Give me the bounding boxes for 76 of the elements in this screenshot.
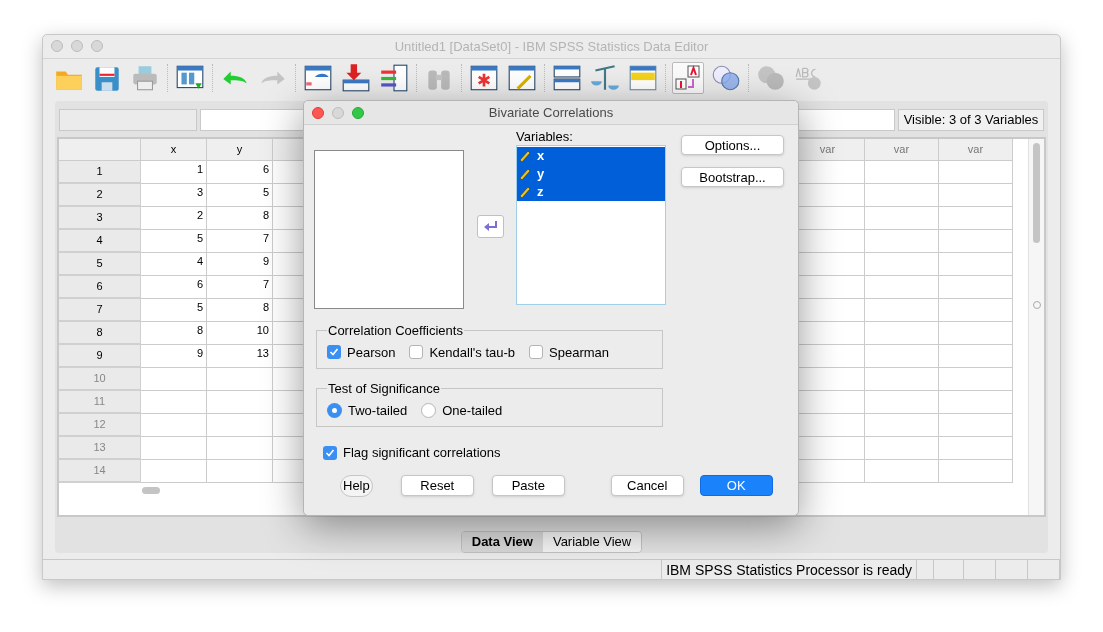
checkbox[interactable] — [529, 345, 543, 360]
ruler-icon — [519, 150, 531, 162]
group-title: Correlation Coefficients — [327, 322, 464, 340]
vertical-scrollbar-thumb[interactable] — [1033, 143, 1040, 243]
table-cell: 1 — [141, 161, 207, 184]
radio-button[interactable] — [421, 402, 437, 418]
table-cell: 2 — [141, 207, 207, 230]
checkbox[interactable] — [327, 345, 341, 360]
checkbox-label: Kendall's tau-b — [429, 343, 515, 362]
variable-item[interactable]: y — [517, 165, 665, 183]
value-labels-icon[interactable] — [672, 61, 704, 94]
close-button[interactable] — [312, 106, 324, 119]
checkbox-label: Flag significant correlations — [343, 444, 501, 462]
side-button[interactable]: Bootstrap... — [681, 167, 784, 187]
variable-item[interactable]: x — [517, 147, 665, 165]
table-cell: 6 — [141, 276, 207, 299]
table-cell: 7 — [207, 276, 273, 299]
window-title: Untitled1 [DataSet0] - IBM SPSS Statistics Data Editor — [393, 37, 710, 56]
cell-name-field[interactable] — [59, 109, 197, 131]
ruler-icon — [519, 168, 531, 180]
group-title: Test of Significance — [327, 380, 441, 398]
horizontal-scrollbar-thumb[interactable] — [142, 486, 160, 494]
table-cell: 10 — [207, 322, 273, 345]
table-cell: 5 — [141, 230, 207, 253]
table-cell: 13 — [207, 345, 273, 368]
table-cell: 5 — [141, 299, 207, 322]
source-variable-list[interactable] — [314, 150, 464, 309]
row-header[interactable]: 3 — [59, 207, 141, 230]
row-header[interactable]: 9 — [59, 345, 141, 368]
row-header[interactable]: 8 — [59, 322, 141, 345]
side-button[interactable]: Options... — [681, 135, 784, 155]
row-header[interactable]: 4 — [59, 230, 141, 253]
row-header[interactable]: 6 — [59, 276, 141, 299]
table-cell: 8 — [141, 322, 207, 345]
visible-variables-label: Visible: 3 of 3 Variables — [898, 109, 1044, 131]
variables-list[interactable]: x y z — [516, 145, 666, 305]
variables-label: Variables: — [516, 129, 573, 145]
zoom-button[interactable] — [352, 106, 364, 119]
status-text: IBM SPSS Statistics Processor is ready — [661, 560, 917, 579]
dialog-title: Bivariate Correlations — [487, 103, 615, 122]
checkbox[interactable] — [409, 345, 424, 360]
row-header[interactable]: 7 — [59, 299, 141, 322]
checkbox-label: Pearson — [347, 343, 396, 362]
table-cell: 8 — [207, 299, 273, 322]
row-header[interactable]: 1 — [59, 161, 141, 184]
dialog-button[interactable]: Reset — [400, 475, 474, 496]
checkbox[interactable] — [323, 445, 337, 460]
table-cell: 3 — [141, 184, 207, 207]
checkbox-label: Spearman — [549, 343, 609, 362]
dialog-button[interactable]: Paste — [491, 475, 565, 496]
radio-label: Two-tailed — [348, 401, 408, 420]
row-header[interactable]: 2 — [59, 184, 141, 207]
ok-button[interactable]: OK — [699, 475, 773, 496]
table-cell: 6 — [207, 161, 273, 184]
table-cell: 8 — [207, 207, 273, 230]
column-header[interactable]: y — [207, 139, 273, 161]
down-arrow-table-icon[interactable] — [340, 61, 372, 94]
dialog-button[interactable]: Cancel — [610, 475, 684, 496]
table-cell: 4 — [141, 253, 207, 276]
column-header[interactable]: var — [865, 139, 939, 161]
move-back-button[interactable] — [476, 214, 504, 238]
variable-item[interactable]: z — [517, 183, 665, 201]
column-header[interactable]: var — [939, 139, 1013, 161]
curved-arrow-icon — [483, 220, 497, 232]
radio-button[interactable] — [327, 402, 342, 418]
radio-label: One-tailed — [442, 401, 503, 420]
table-cell: 5 — [207, 184, 273, 207]
table-cell: 9 — [207, 253, 273, 276]
view-tab[interactable]: Data View — [461, 532, 543, 552]
row-header[interactable]: 5 — [59, 253, 141, 276]
ruler-icon — [519, 186, 531, 198]
column-header[interactable]: x — [141, 139, 207, 161]
help-button[interactable]: Help — [340, 474, 373, 497]
table-cell: 9 — [141, 345, 207, 368]
view-tab[interactable]: Variable View — [542, 532, 642, 552]
table-cell: 7 — [207, 230, 273, 253]
